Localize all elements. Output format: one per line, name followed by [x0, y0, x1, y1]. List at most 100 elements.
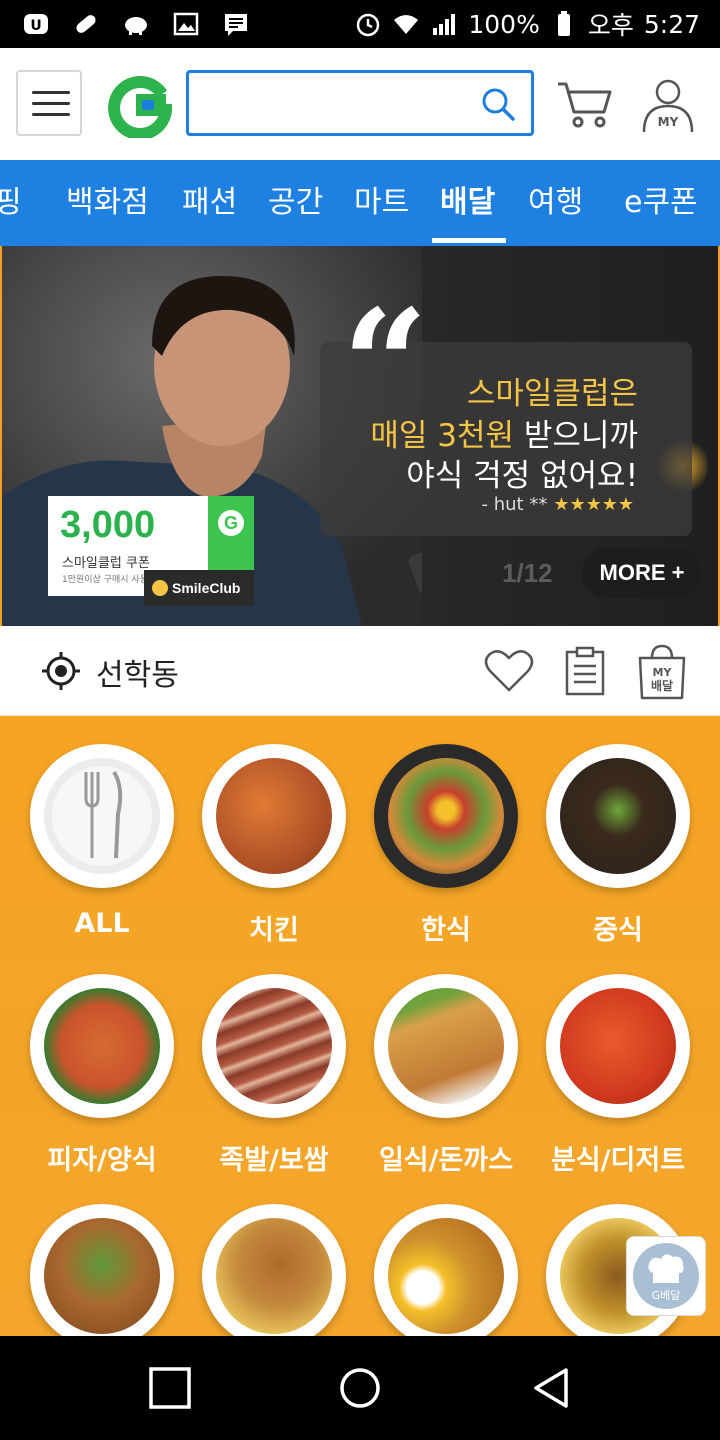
food-category-grid: ALL 치킨 한식 중식 피자/양식 족발/보쌈 일식/돈까스 분식/디저트: [0, 716, 720, 1348]
plate-image: [202, 744, 346, 888]
android-nav-bar: [0, 1336, 720, 1440]
tab-department[interactable]: 백화점: [66, 160, 149, 246]
category-item[interactable]: [188, 1204, 360, 1348]
category-japanese-tonkatsu[interactable]: 일식/돈까스: [360, 974, 532, 1177]
g-baedal-floating-button[interactable]: G배달: [626, 1236, 706, 1316]
pizza-image: [44, 988, 160, 1104]
curry-image: [388, 1218, 504, 1334]
tab-space[interactable]: 공간: [268, 160, 323, 246]
banner-more-button[interactable]: MORE +: [582, 548, 702, 598]
smileclub-logo: SmileClub: [144, 570, 254, 606]
tab-travel[interactable]: 여행: [528, 160, 583, 246]
category-label: 족발/보쌈: [219, 1145, 329, 1176]
plate-image: [374, 974, 518, 1118]
home-icon[interactable]: [338, 1366, 382, 1410]
image-icon: [173, 12, 199, 36]
menu-button[interactable]: [16, 70, 82, 136]
my-delivery-icon[interactable]: MY 배달: [636, 644, 688, 700]
svg-text:MY: MY: [658, 115, 679, 129]
category-item[interactable]: [360, 1204, 532, 1348]
promo-banner[interactable]: “ 스마일클럽은 매일 3천원 받으니까 야식 걱정 없어요! - hut **…: [2, 246, 718, 626]
quote-line-1: 스마일클럽은: [466, 376, 638, 412]
battery-percent: 100%: [468, 9, 540, 39]
category-korean[interactable]: 한식: [360, 744, 532, 947]
status-left-icons: U: [22, 10, 250, 38]
category-item[interactable]: [16, 1204, 188, 1348]
heart-icon[interactable]: [484, 648, 534, 694]
tab-ecoupon[interactable]: e쿠폰: [624, 160, 698, 246]
tab-fashion[interactable]: 패션: [182, 160, 237, 246]
food-image: [44, 1218, 160, 1334]
coupon-amount: 3,000: [60, 504, 156, 546]
quote-line-2: 매일 3천원 받으니까: [370, 410, 638, 455]
quote-line-2-rest: 받으니까: [514, 418, 638, 454]
cart-icon[interactable]: [556, 78, 614, 130]
category-pizza-western[interactable]: 피자/양식: [16, 974, 188, 1177]
fork-knife-icon: [44, 758, 160, 874]
piggy-bank-icon: [125, 17, 147, 35]
coupon-title: 스마일클럽 쿠폰: [62, 556, 150, 571]
plate-image: [202, 974, 346, 1118]
tteokbokki-image: [560, 988, 676, 1104]
category-all[interactable]: ALL: [16, 744, 188, 939]
category-chinese[interactable]: 중식: [532, 744, 704, 947]
my-delivery-label-2: 배달: [651, 678, 673, 693]
active-tab-indicator: [432, 238, 506, 243]
gmarket-logo[interactable]: [108, 74, 172, 138]
plate-image: [374, 1204, 518, 1348]
tonkatsu-image: [388, 988, 504, 1104]
category-label: 중식: [593, 915, 643, 946]
app-u-icon: U: [24, 14, 48, 34]
status-ampm: 오후: [587, 11, 634, 40]
bibimbap-image: [388, 758, 504, 874]
plate-image: [30, 974, 174, 1118]
jajangmyeon-image: [560, 758, 676, 874]
order-list-icon[interactable]: [564, 646, 606, 696]
location-name[interactable]: 선학동: [96, 650, 179, 694]
recent-apps-icon[interactable]: [148, 1366, 192, 1410]
app-header: MY: [0, 48, 720, 160]
coupon-g-logo: G: [218, 510, 244, 536]
author-name: - hut **: [481, 494, 548, 515]
search-input[interactable]: [199, 83, 469, 123]
plate-image: [30, 744, 174, 888]
svg-text:U: U: [30, 18, 41, 34]
menu-line: [32, 91, 70, 94]
search-box[interactable]: [186, 70, 534, 136]
my-page-icon[interactable]: MY: [640, 76, 696, 134]
location-target-icon[interactable]: [40, 650, 82, 692]
tab-shopping[interactable]: 핑: [0, 160, 22, 246]
category-jokbal-bossam[interactable]: 족발/보쌈: [188, 974, 360, 1177]
plate-image: [202, 1204, 346, 1348]
my-delivery-label-1: MY: [653, 666, 673, 679]
category-snack-dessert[interactable]: 분식/디저트: [532, 974, 704, 1177]
wifi-icon: [394, 15, 419, 34]
quote-line-3: 야식 걱정 없어요!: [406, 458, 638, 494]
tab-delivery[interactable]: 배달: [440, 160, 495, 246]
plate-image: [546, 744, 690, 888]
category-tabs: 핑 백화점 패션 공간 마트 배달 여행 e쿠폰: [0, 160, 720, 246]
signal-icon: [433, 14, 456, 35]
category-label: 피자/양식: [47, 1145, 157, 1176]
plate-image: [30, 1204, 174, 1348]
pill-icon: [76, 15, 96, 33]
quote-highlight: 매일 3천원: [370, 418, 515, 454]
plate-image: [546, 974, 690, 1118]
category-label: 일식/돈까스: [378, 1145, 514, 1176]
category-label: 한식: [421, 915, 471, 946]
jokbal-image: [216, 988, 332, 1104]
category-label: 치킨: [249, 915, 299, 946]
menu-line: [32, 102, 70, 105]
status-bar: U 100% 오후 5:27: [0, 0, 720, 48]
g-baedal-label: G배달: [651, 1289, 681, 1302]
status-right: 100% 오후 5:27: [354, 6, 700, 42]
menu-line: [32, 113, 70, 116]
category-label: 분식/디저트: [550, 1145, 686, 1176]
location-bar: 선학동 MY 배달: [0, 626, 720, 716]
tab-mart[interactable]: 마트: [354, 160, 409, 246]
coupon-subtitle: 1만원이상 구매시 사용: [62, 575, 148, 585]
category-chicken[interactable]: 치킨: [188, 744, 360, 947]
burger-image: [216, 1218, 332, 1334]
search-icon[interactable]: [479, 85, 517, 123]
back-icon[interactable]: [530, 1366, 574, 1410]
